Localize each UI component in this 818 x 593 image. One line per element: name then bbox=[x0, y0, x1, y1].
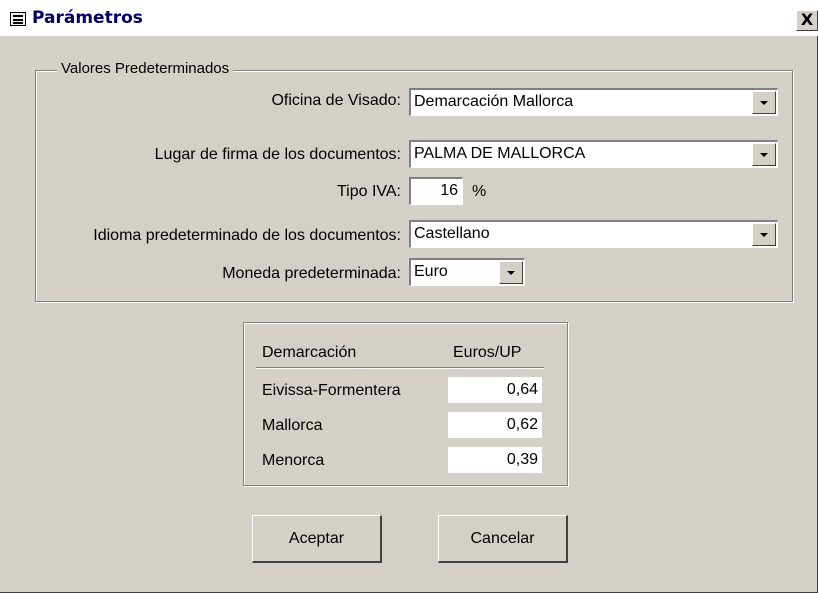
idioma-combobox[interactable]: Castellano bbox=[409, 220, 778, 248]
lugar-label: Lugar de firma de los documentos: bbox=[154, 146, 401, 163]
chevron-down-icon bbox=[760, 101, 768, 105]
chevron-down-icon bbox=[760, 153, 768, 157]
header-divider bbox=[256, 367, 544, 368]
iva-value: 16 bbox=[440, 182, 458, 199]
header-euros-up: Euros/UP bbox=[453, 344, 522, 361]
header-demarcacion: Demarcación bbox=[262, 344, 357, 361]
moneda-dropdown-button[interactable] bbox=[499, 261, 523, 284]
form-icon bbox=[10, 12, 26, 26]
iva-label: Tipo IVA: bbox=[336, 183, 401, 200]
moneda-value: Euro bbox=[414, 263, 448, 280]
title-bar: Parámetros X bbox=[0, 0, 818, 36]
defaults-legend: Valores Predeterminados bbox=[57, 60, 234, 77]
accept-button[interactable]: Aceptar bbox=[252, 515, 382, 563]
idioma-value: Castellano bbox=[414, 225, 490, 242]
lugar-combobox[interactable]: PALMA DE MALLORCA bbox=[409, 140, 778, 168]
iva-input[interactable]: 16 bbox=[409, 177, 463, 205]
oficina-value: Demarcación Mallorca bbox=[414, 93, 574, 110]
parametros-dialog: Parámetros X Valores Predeterminados Ofi… bbox=[0, 0, 818, 593]
oficina-dropdown-button[interactable] bbox=[752, 91, 776, 114]
table-row-value[interactable]: 0,39 bbox=[448, 447, 542, 473]
idioma-dropdown-button[interactable] bbox=[752, 223, 776, 246]
chevron-down-icon bbox=[760, 233, 768, 237]
table-row-label: Mallorca bbox=[262, 417, 323, 434]
oficina-combobox[interactable]: Demarcación Mallorca bbox=[409, 88, 778, 116]
table-row-label: Menorca bbox=[262, 452, 325, 469]
iva-unit: % bbox=[472, 183, 487, 200]
idioma-label: Idioma predeterminado de los documentos: bbox=[93, 227, 401, 244]
table-row-label: Eivissa-Formentera bbox=[262, 382, 401, 399]
table-row-value[interactable]: 0,62 bbox=[448, 412, 542, 438]
window-title: Parámetros bbox=[32, 8, 143, 28]
close-button[interactable]: X bbox=[796, 10, 818, 31]
lugar-dropdown-button[interactable] bbox=[752, 143, 776, 166]
lugar-value: PALMA DE MALLORCA bbox=[414, 145, 586, 162]
chevron-down-icon bbox=[507, 271, 515, 275]
table-row-value[interactable]: 0,64 bbox=[448, 377, 542, 403]
moneda-combobox[interactable]: Euro bbox=[409, 258, 525, 286]
cancel-button[interactable]: Cancelar bbox=[438, 515, 568, 563]
close-icon: X bbox=[800, 10, 814, 29]
moneda-label: Moneda predeterminada: bbox=[222, 265, 401, 282]
oficina-label: Oficina de Visado: bbox=[271, 92, 401, 109]
